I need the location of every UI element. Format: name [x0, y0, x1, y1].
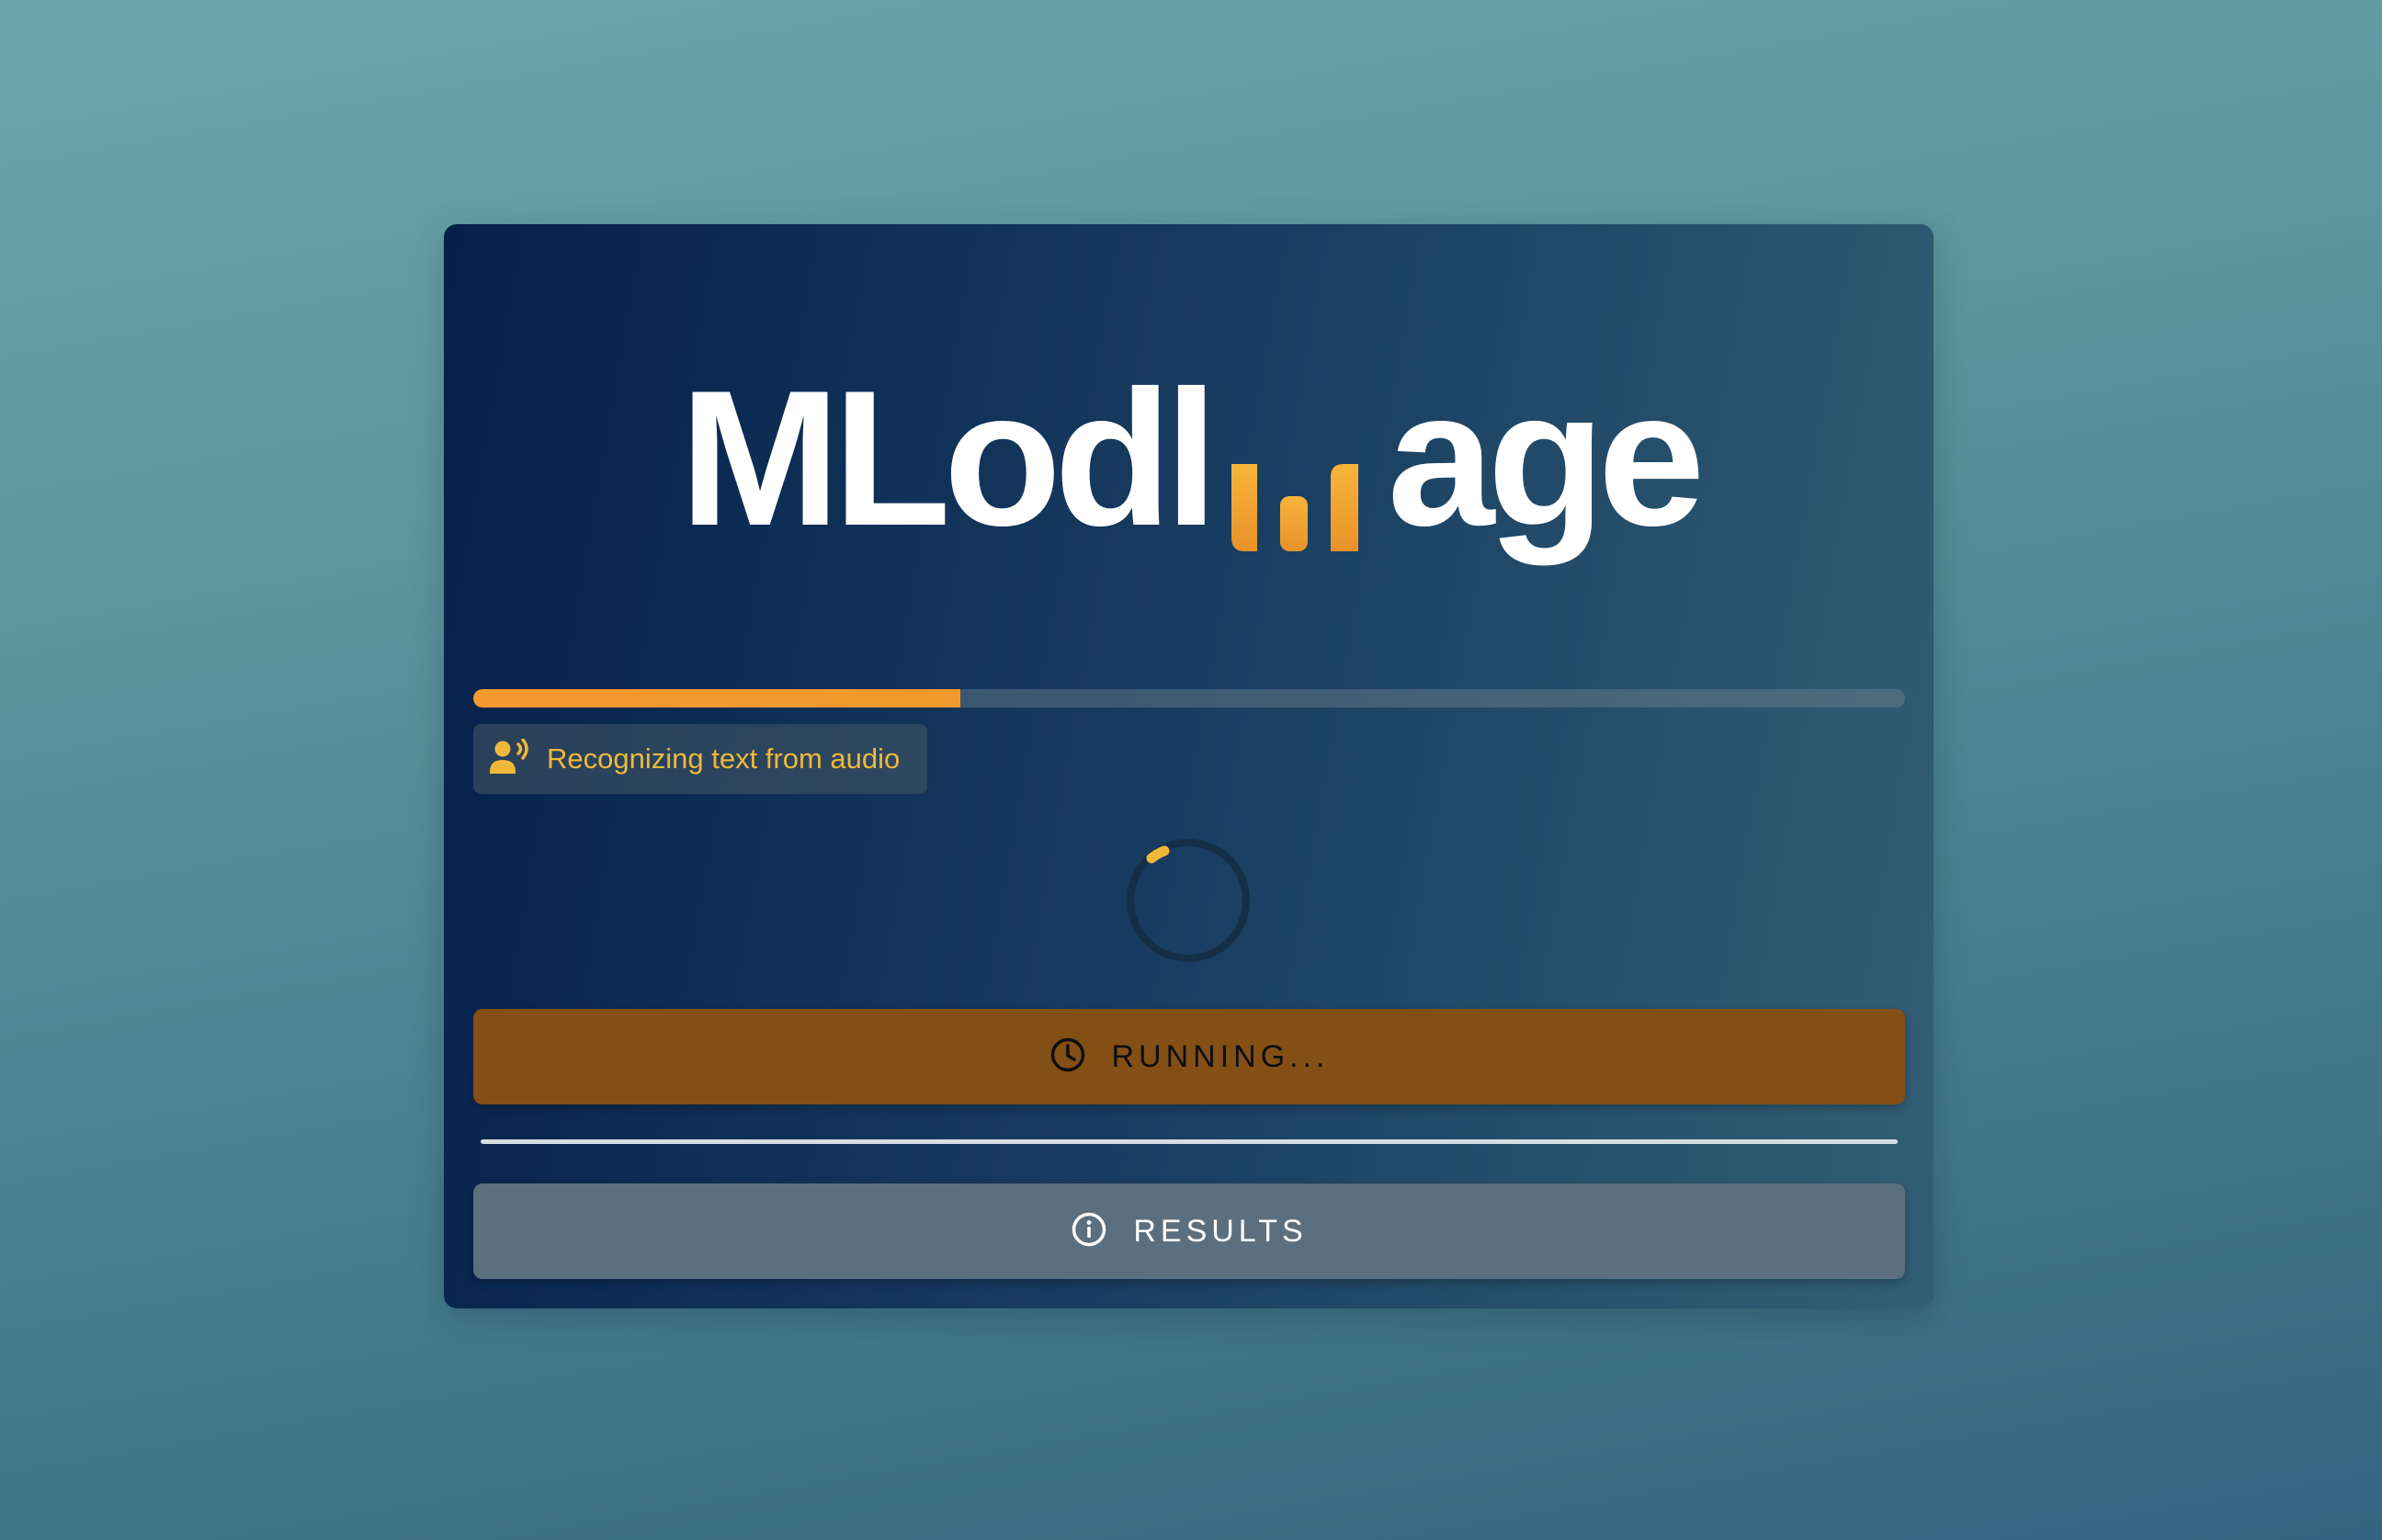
clock-icon: [1049, 1036, 1086, 1078]
loading-spinner-icon: [1124, 836, 1253, 965]
voice-recognition-icon: [490, 737, 532, 780]
status-text: Recognizing text from audio: [547, 742, 901, 775]
divider: [481, 1139, 1898, 1144]
progress-bar-fill: [473, 689, 960, 708]
running-button[interactable]: RUNNING...: [473, 1009, 1905, 1104]
results-button[interactable]: RESULTS: [473, 1183, 1905, 1279]
running-button-label: RUNNING...: [1111, 1038, 1330, 1074]
main-card: MLodl age Recognizing text from audio RU…: [444, 224, 1934, 1308]
app-logo: MLodl age: [444, 353, 1934, 555]
logo-text-left: MLodl: [679, 350, 1219, 566]
results-button-label: RESULTS: [1133, 1213, 1308, 1249]
info-icon: [1071, 1211, 1107, 1252]
status-chip: Recognizing text from audio: [473, 724, 928, 794]
progress-bar: [473, 689, 1905, 708]
logo-text-right: age: [1387, 350, 1706, 566]
waveform-bars-icon: [1231, 413, 1358, 551]
